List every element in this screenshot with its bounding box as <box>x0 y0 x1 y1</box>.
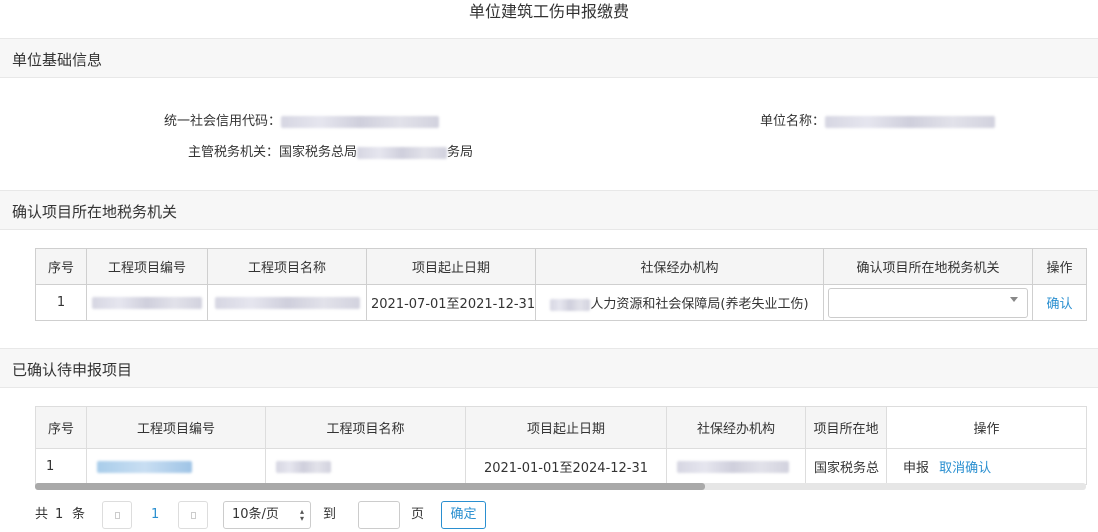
section-confirm-title: 确认项目所在地税务机关 <box>12 203 178 221</box>
declare-button[interactable]: 申报 <box>903 461 929 476</box>
col-date-range: 项目起止日期 <box>465 406 667 449</box>
chevron-down-icon[interactable] <box>1010 297 1018 302</box>
pending-table-header: 序号 工程项目编号 工程项目名称 项目起止日期 社保经办机构 项目所在地 操作 <box>35 406 1087 449</box>
col-location: 项目所在地 <box>805 406 887 449</box>
table-row: 1 2021-01-01至2024-12-31 国家税务总 申报 取消确认 <box>35 448 1087 485</box>
confirm-link[interactable]: 确认 <box>1046 297 1072 312</box>
next-page-button[interactable] <box>178 501 208 529</box>
row-index: 1 <box>35 284 87 321</box>
section-pending-title: 已确认待申报项目 <box>12 361 133 379</box>
col-project-name: 工程项目名称 <box>265 406 466 449</box>
col-project-name: 工程项目名称 <box>207 248 367 285</box>
page-title: 单位建筑工伤申报缴费 <box>468 2 629 21</box>
goto-label: 到第 <box>323 507 337 522</box>
col-date-range: 项目起止日期 <box>366 248 536 285</box>
col-index: 序号 <box>35 406 87 449</box>
credit-code-label: 统一社会信用代码： <box>164 114 282 129</box>
goto-page-input[interactable] <box>358 501 400 529</box>
section-confirm-header: 确认项目所在地税务机关 <box>0 190 1098 230</box>
date-range: 2021-01-01至2024-12-31 <box>465 448 667 485</box>
col-confirm-tax-authority: 确认项目所在地税务机关 <box>823 248 1033 285</box>
col-project-code: 工程项目编号 <box>86 406 266 449</box>
next-page-icon <box>191 512 196 519</box>
col-index: 序号 <box>35 248 87 285</box>
agency-redacted <box>666 448 806 485</box>
tax-authority-label: 主管税务机关： <box>188 145 280 160</box>
col-agency: 社保经办机构 <box>535 248 824 285</box>
prev-page-icon <box>115 512 120 519</box>
confirm-table-header: 序号 工程项目编号 工程项目名称 项目起止日期 社保经办机构 确认项目所在地税务… <box>35 248 1087 285</box>
agency: 人力资源和社会保障局(养老失业工伤) <box>535 284 824 321</box>
confirm-action-cell: 确认 <box>1032 284 1087 321</box>
current-page[interactable]: 1 <box>151 501 159 529</box>
project-name-redacted <box>265 448 466 485</box>
credit-code-row: 统一社会信用代码： <box>164 110 440 129</box>
pending-table: 序号 工程项目编号 工程项目名称 项目起止日期 社保经办机构 项目所在地 操作 … <box>35 406 1087 485</box>
col-project-code: 工程项目编号 <box>86 248 208 285</box>
goto-confirm-button[interactable]: 确定 <box>441 501 486 529</box>
pending-action-cell: 申报 取消确认 <box>886 448 1087 485</box>
page-size-select[interactable]: 10条/页 ▴ ▾ <box>223 501 311 529</box>
tax-authority-suffix: 务局 <box>447 145 474 160</box>
page-suffix: 页 <box>411 507 425 522</box>
horizontal-scrollbar[interactable] <box>35 483 1086 490</box>
agency-suffix: 人力资源和社会保障局(养老失业工伤) <box>590 297 809 312</box>
unit-name-row: 单位名称： <box>760 110 996 129</box>
location: 国家税务总 <box>805 448 887 485</box>
section-pending-header: 已确认待申报项目 <box>0 348 1098 388</box>
total-suffix: 条 <box>72 507 86 522</box>
total-prefix: 共 <box>35 507 49 522</box>
project-code-link-redacted[interactable] <box>86 448 266 485</box>
tax-authority-redacted <box>357 146 448 159</box>
credit-code-value-redacted <box>281 115 440 128</box>
confirm-table: 序号 工程项目编号 工程项目名称 项目起止日期 社保经办机构 确认项目所在地税务… <box>35 248 1087 321</box>
cancel-confirm-link[interactable]: 取消确认 <box>939 461 991 476</box>
tax-authority-select[interactable] <box>828 287 1028 318</box>
col-action: 操作 <box>886 406 1087 449</box>
col-agency: 社保经办机构 <box>666 406 806 449</box>
total-count: 1 <box>55 507 64 522</box>
row-index: 1 <box>35 448 87 485</box>
sort-carets-icon: ▴ ▾ <box>299 507 304 523</box>
date-range: 2021-07-01至2021-12-31 <box>366 284 536 321</box>
unit-name-value-redacted <box>825 115 996 128</box>
section-basic-header: 单位基础信息 <box>0 38 1098 78</box>
table-row: 1 2021-07-01至2021-12-31 人力资源和社会保障局(养老失业工… <box>35 284 1087 321</box>
section-basic-title: 单位基础信息 <box>12 51 103 69</box>
tax-authority-row: 主管税务机关：国家税务总局 务局 <box>188 141 473 160</box>
project-code-redacted <box>86 284 208 321</box>
page-size-value: 10条/页 <box>232 507 279 522</box>
project-name-redacted <box>207 284 367 321</box>
col-action: 操作 <box>1032 248 1087 285</box>
tax-authority-select-cell <box>823 284 1033 321</box>
scrollbar-thumb[interactable] <box>35 483 705 490</box>
prev-page-button[interactable] <box>102 501 132 529</box>
tax-authority-prefix: 国家税务总局 <box>279 145 358 160</box>
unit-name-label: 单位名称： <box>760 114 826 129</box>
